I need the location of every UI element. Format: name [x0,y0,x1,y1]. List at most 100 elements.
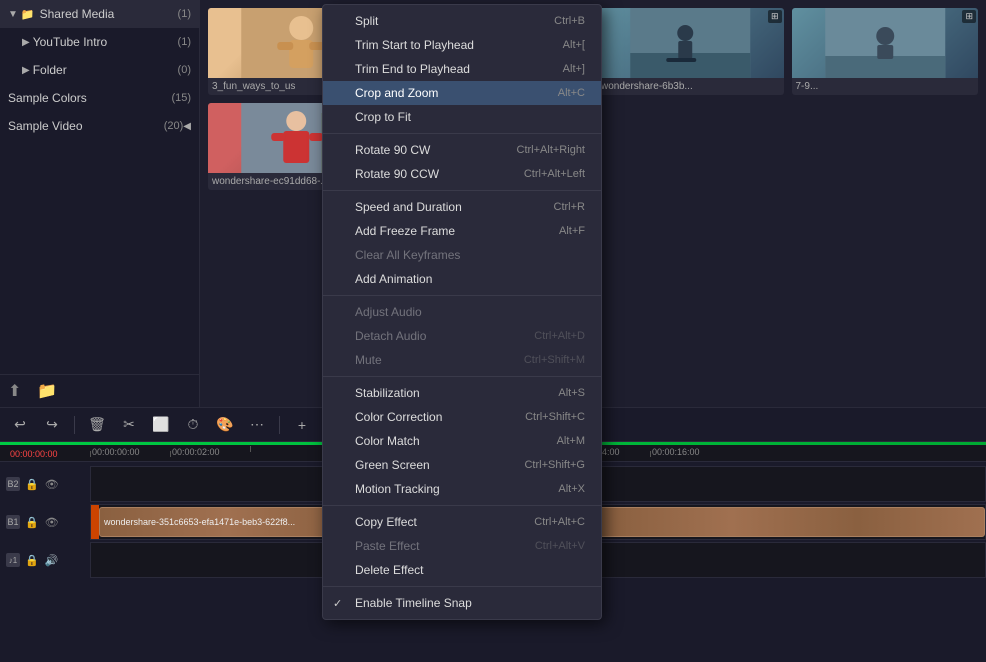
ctx-sep-4 [323,376,601,377]
ctx-adjust-audio-label: Adjust Audio [355,305,561,319]
ctx-crop-zoom[interactable]: Crop and Zoom Alt+C [323,81,601,105]
ctx-detach-audio: Detach Audio Ctrl+Alt+D [323,324,601,348]
ctx-color-correction-label: Color Correction [355,410,501,424]
ctx-paste-effect-label: Paste Effect [355,539,511,553]
ctx-green-screen-shortcut: Ctrl+Shift+G [524,459,585,471]
color-button[interactable]: 🎨 [213,413,237,437]
thumb-overlay-ws6b: ⊞ [768,10,782,23]
ctx-stabilization[interactable]: Stabilization Alt+S [323,381,601,405]
track-1-clip-label: wondershare-351c6653-efa1471e-beb3-622f8… [104,517,295,527]
context-menu: Split Ctrl+B Trim Start to Playhead Alt+… [322,4,602,620]
ctx-clear-keyframes-label: Clear All Keyframes [355,248,561,262]
track-2-eye[interactable]: 👁 [44,477,60,492]
playhead-time: 00:00:00:00 [10,449,58,459]
sidebar-item-shared-media[interactable]: ▼ 📁 Shared Media (1) [0,0,199,28]
ctx-speed-duration[interactable]: Speed and Duration Ctrl+R [323,195,601,219]
speed-button[interactable]: ⏱ [181,413,205,437]
ctx-rotate-cw[interactable]: Rotate 90 CW Ctrl+Alt+Right [323,138,601,162]
audio-1-lock[interactable]: 🔒 [24,553,40,568]
ctx-trim-end[interactable]: Trim End to Playhead Alt+] [323,57,601,81]
redo-button[interactable]: ↪ [40,413,64,437]
toolbar-sep-1 [74,416,75,434]
ctx-mute-label: Mute [355,353,500,367]
sidebar-label-youtube: YouTube Intro [33,35,174,49]
ctx-clear-keyframes: Clear All Keyframes [323,243,601,267]
media-thumb-ws6b[interactable]: ⊞ wondershare-6b3b... [597,8,784,95]
thumb-label-ws79: 7-9... [792,78,979,95]
sidebar-count-sample-video: (20) [164,120,184,132]
track-1-lock[interactable]: 🔒 [24,515,40,530]
ctx-add-animation[interactable]: Add Animation [323,267,601,291]
ctx-freeze-frame[interactable]: Add Freeze Frame Alt+F [323,219,601,243]
ctx-trim-end-label: Trim End to Playhead [355,62,539,76]
ctx-motion-tracking-label: Motion Tracking [355,482,534,496]
ruler-mark-7: 00:00:16:00 [650,447,730,457]
track-1-badge: B1 [6,515,20,529]
track-2-lock[interactable]: 🔒 [24,477,40,492]
ctx-freeze-frame-label: Add Freeze Frame [355,224,535,238]
ctx-detach-audio-shortcut: Ctrl+Alt+D [534,330,585,342]
ctx-green-screen[interactable]: Green Screen Ctrl+Shift+G [323,453,601,477]
ctx-motion-tracking[interactable]: Motion Tracking Alt+X [323,477,601,501]
sidebar-arrow-folder: ▶ [22,65,30,76]
audio-1-controls: ♪1 🔒 🔊 [0,553,90,568]
sidebar-label-sample-colors: Sample Colors [8,91,167,105]
ctx-paste-effect: Paste Effect Ctrl+Alt+V [323,534,601,558]
ctx-rotate-ccw[interactable]: Rotate 90 CCW Ctrl+Alt+Left [323,162,601,186]
sidebar-item-youtube-intro[interactable]: ▶ YouTube Intro (1) [0,28,199,56]
sidebar-item-sample-colors[interactable]: Sample Colors (15) [0,84,199,112]
crop-button[interactable]: ⬜ [149,413,173,437]
ctx-trim-end-shortcut: Alt+] [563,63,585,75]
sidebar-arrow-sample-video: ◀ [183,121,191,132]
sidebar-item-folder[interactable]: ▶ Folder (0) [0,56,199,84]
ruler-mark-0: 00:00:00:00 [90,447,170,457]
ctx-color-match[interactable]: Color Match Alt+M [323,429,601,453]
sidebar-arrow-youtube: ▶ [22,37,30,48]
ctx-delete-effect[interactable]: Delete Effect [323,558,601,582]
ctx-split[interactable]: Split Ctrl+B [323,9,601,33]
ctx-add-animation-label: Add Animation [355,272,561,286]
ctx-copy-effect[interactable]: Copy Effect Ctrl+Alt+C [323,510,601,534]
ctx-adjust-audio: Adjust Audio [323,300,601,324]
track-2-controls: B2 🔒 👁 [0,477,90,492]
delete-button[interactable]: 🗑 [85,413,109,437]
more-button[interactable]: ⋯ [245,413,269,437]
sidebar-label-shared-media: Shared Media [40,7,174,21]
ctx-crop-fit[interactable]: Crop to Fit [323,105,601,129]
ctx-enable-snap[interactable]: ✓ Enable Timeline Snap [323,591,601,615]
undo-button[interactable]: ↩ [8,413,32,437]
track-1-eye[interactable]: 👁 [44,515,60,530]
ctx-stabilization-label: Stabilization [355,386,534,400]
add-track-button[interactable]: + [290,413,314,437]
import-media-button[interactable]: ⬆ [8,381,21,401]
ctx-freeze-frame-shortcut: Alt+F [559,225,585,237]
sidebar-label-sample-video: Sample Video [8,119,160,133]
ctx-copy-effect-shortcut: Ctrl+Alt+C [534,516,585,528]
folder-icon-shared-media: 📁 [21,8,35,21]
ctx-trim-start[interactable]: Trim Start to Playhead Alt+[ [323,33,601,57]
ctx-color-correction[interactable]: Color Correction Ctrl+Shift+C [323,405,601,429]
sidebar-bottom-icons: ⬆ 📁 [0,374,199,407]
add-folder-button[interactable]: 📁 [37,381,57,401]
sidebar-count-folder: (0) [178,64,191,76]
ctx-color-match-shortcut: Alt+M [557,435,585,447]
ctx-trim-start-label: Trim Start to Playhead [355,38,539,52]
thumb-img-ws79 [792,8,979,78]
media-thumb-ws79[interactable]: ⊞ 7-9... [792,8,979,95]
sidebar-item-sample-video[interactable]: Sample Video (20) ◀ [0,112,199,140]
sidebar-count-shared-media: (1) [178,8,191,20]
audio-1-volume[interactable]: 🔊 [44,553,60,568]
audio-1-badge: ♪1 [6,553,20,567]
sidebar-count-sample-colors: (15) [171,92,191,104]
toolbar-sep-2 [279,416,280,434]
ctx-sep-1 [323,133,601,134]
ctx-rotate-ccw-shortcut: Ctrl+Alt+Left [524,168,585,180]
ruler-mark-1: 00:00:02:00 [170,447,250,457]
ctx-mute-shortcut: Ctrl+Shift+M [524,354,585,366]
ctx-color-match-label: Color Match [355,434,533,448]
track-2-badge: B2 [6,477,20,491]
cut-button[interactable]: ✂ [117,413,141,437]
ctx-split-label: Split [355,14,530,28]
ctx-crop-zoom-label: Crop and Zoom [355,86,534,100]
ctx-crop-zoom-shortcut: Alt+C [558,87,585,99]
